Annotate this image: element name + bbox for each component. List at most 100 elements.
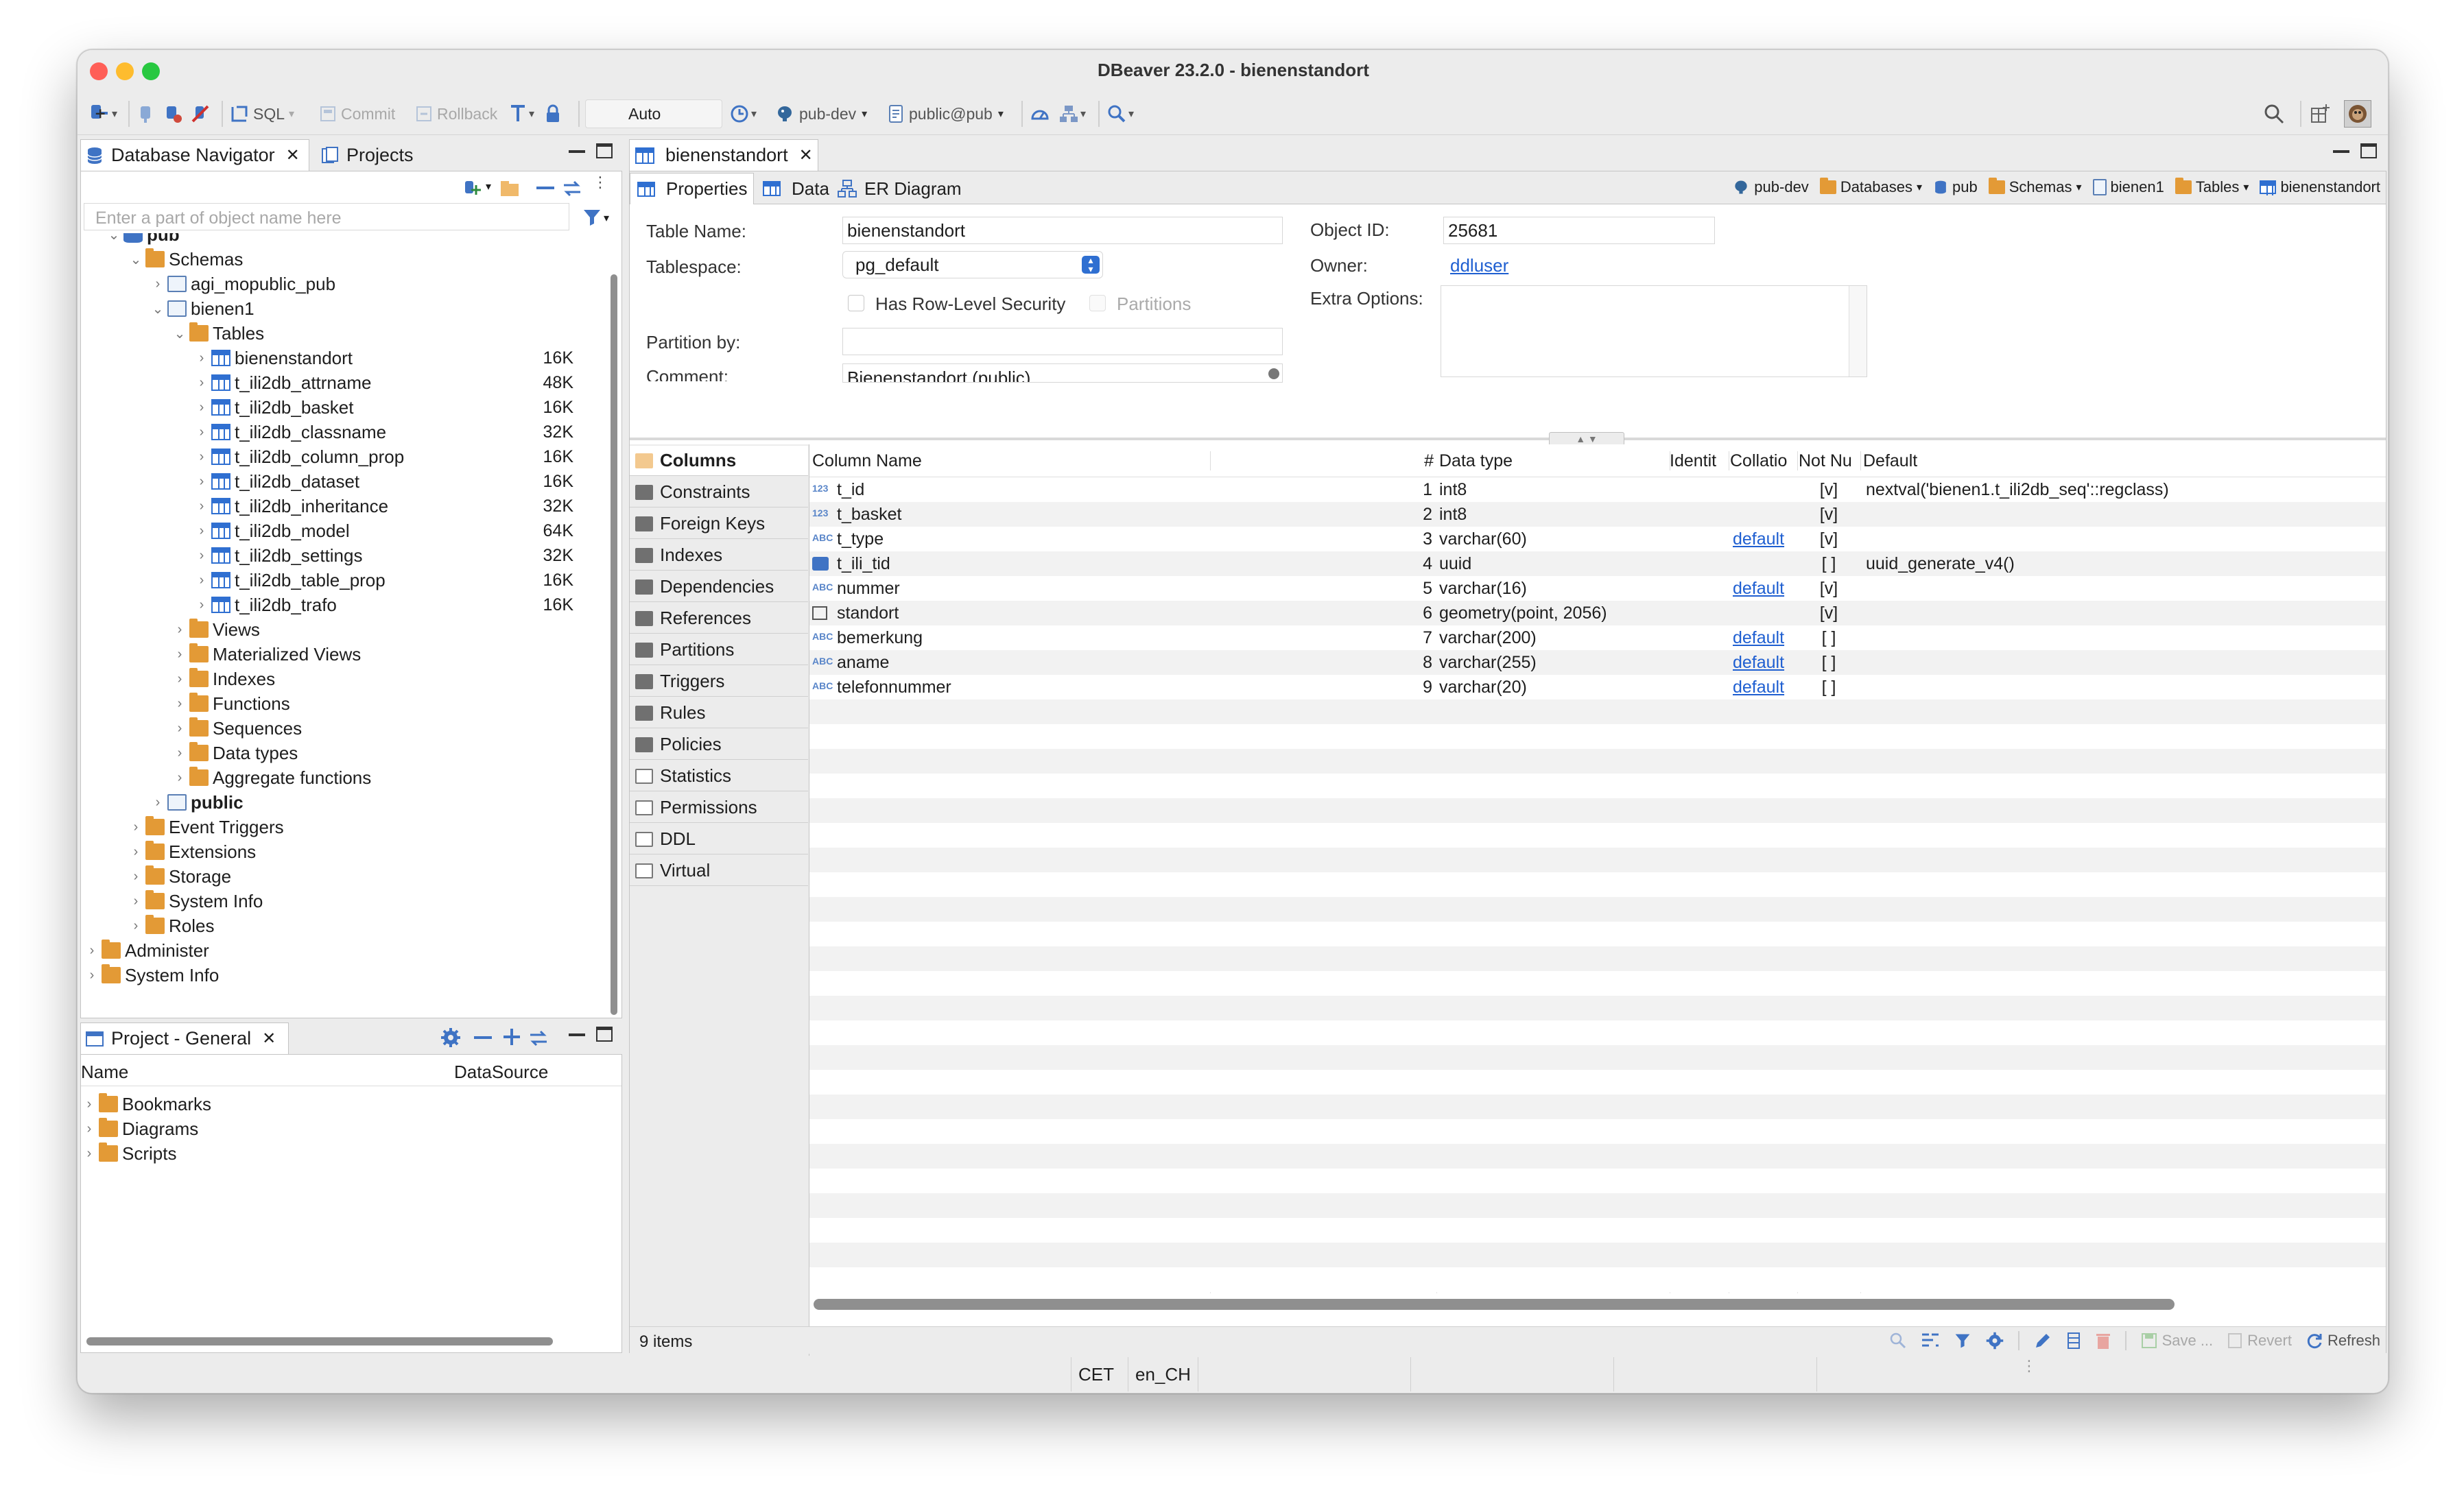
sql-editor-button[interactable]: SQL ▾ (230, 99, 294, 128)
table-row[interactable] (809, 774, 2386, 798)
navigator-filter-input[interactable]: Enter a part of object name here (84, 203, 569, 230)
column-header[interactable]: Collatio (1730, 449, 1796, 473)
perspective-button[interactable] (2310, 99, 2332, 128)
comment-input[interactable]: Bienenstandort (public) (842, 363, 1283, 383)
chevron-right-icon[interactable]: › (171, 621, 188, 638)
tree-item[interactable]: › Event Triggers (81, 815, 602, 839)
subtab-er-diagram[interactable]: ER Diagram (833, 173, 966, 204)
active-connection-selector[interactable]: pub-dev ▾ (774, 99, 867, 128)
tree-item[interactable]: › Materialized Views (81, 642, 602, 667)
column-header[interactable]: Column Name (812, 449, 1203, 473)
table-row[interactable] (809, 1095, 2386, 1119)
tree-item[interactable]: › t_ili2db_inheritance 32K (81, 494, 602, 518)
table-row[interactable] (809, 1169, 2386, 1193)
sidetab-constraints[interactable]: Constraints (630, 477, 808, 507)
gear-icon[interactable] (1985, 1331, 2004, 1350)
table-row[interactable]: standort 6 geometry(point, 2056) [v] (809, 601, 2386, 625)
filter-icon[interactable] (1954, 1332, 1971, 1350)
table-row[interactable]: ABC telefonnummer 9 varchar(20) default [ ] (809, 675, 2386, 699)
chevron-right-icon[interactable]: › (84, 942, 100, 959)
table-row[interactable] (809, 1267, 2386, 1292)
sidetab-policies[interactable]: Policies (630, 730, 808, 760)
maximize-panel-button[interactable] (596, 1027, 613, 1042)
table-row[interactable] (809, 724, 2386, 749)
chevron-right-icon[interactable]: › (193, 547, 210, 564)
table-row[interactable] (809, 848, 2386, 872)
scroll-thumb[interactable] (1268, 368, 1279, 379)
table-row[interactable] (809, 872, 2386, 897)
invalidate-button[interactable] (163, 99, 183, 128)
sidetab-references[interactable]: References (630, 603, 808, 634)
tree-item[interactable]: › System Info (81, 889, 602, 913)
sidetab-foreign-keys[interactable]: Foreign Keys (630, 509, 808, 539)
table-row[interactable]: 123 t_basket 2 int8 [v] (809, 502, 2386, 527)
tree-item[interactable]: › Storage (81, 864, 602, 889)
table-row[interactable] (809, 1119, 2386, 1144)
tree-item[interactable]: › Functions (81, 691, 602, 716)
owner-link[interactable]: ddluser (1450, 255, 1508, 276)
tree-item[interactable]: › t_ili2db_model 64K (81, 518, 602, 543)
tree-item[interactable]: › Sequences (81, 716, 602, 741)
table-row[interactable] (809, 1144, 2386, 1169)
chevron-right-icon[interactable]: › (171, 695, 188, 712)
table-row[interactable] (809, 1020, 2386, 1045)
maximize-editor-button[interactable] (2360, 143, 2377, 158)
breadcrumb-schema[interactable]: bienen1 (2092, 178, 2164, 196)
project-item-bookmarks[interactable]: › Bookmarks (81, 1092, 211, 1116)
table-row[interactable] (809, 1218, 2386, 1243)
chevron-right-icon[interactable]: › (171, 646, 188, 662)
tab-projects[interactable]: Projects (316, 139, 414, 171)
tree-item[interactable]: › System Info (81, 963, 602, 988)
chevron-right-icon[interactable]: › (150, 276, 166, 292)
tree-item[interactable]: › Administer (81, 938, 602, 963)
tree-item[interactable]: › t_ili2db_classname 32K (81, 420, 602, 444)
filter-icon[interactable] (582, 207, 602, 228)
auto-commit-field[interactable]: Auto (585, 99, 722, 128)
tree-item[interactable]: › Roles (81, 913, 602, 938)
breadcrumb-schemas[interactable]: Schemas ▾ (1988, 178, 2082, 196)
transaction-log-button[interactable]: ▾ (729, 99, 757, 128)
chevron-right-icon[interactable]: › (171, 720, 188, 737)
new-connection-button[interactable]: ▾ (87, 99, 117, 128)
refresh-button[interactable]: Refresh (2306, 1332, 2380, 1350)
minimize-panel-button[interactable] (569, 1033, 585, 1036)
table-row[interactable]: ABC bemerkung 7 varchar(200) default [ ] (809, 625, 2386, 650)
sidetab-triggers[interactable]: Triggers (630, 667, 808, 697)
tree-item[interactable]: › t_ili2db_settings 32K (81, 543, 602, 568)
chevron-right-icon[interactable]: › (193, 424, 210, 440)
chevron-right-icon[interactable]: › (193, 374, 210, 391)
table-row[interactable] (809, 922, 2386, 946)
revert-button[interactable]: Revert (2227, 1332, 2292, 1350)
tree-item[interactable]: › t_ili2db_table_prop 16K (81, 568, 602, 593)
disconnect-button[interactable] (190, 99, 211, 128)
chevron-right-icon[interactable]: › (128, 868, 144, 885)
tree-item[interactable]: › Data types (81, 741, 602, 765)
chevron-right-icon[interactable]: › (193, 572, 210, 588)
dashboard-button[interactable] (1030, 99, 1050, 128)
table-row[interactable] (809, 823, 2386, 848)
breadcrumb-tables[interactable]: Tables ▾ (2175, 178, 2249, 196)
table-row[interactable] (809, 749, 2386, 774)
tablespace-select[interactable]: pg_default ▴ ▾ (842, 251, 1103, 278)
minimize-panel-button[interactable] (569, 150, 585, 153)
close-icon[interactable]: ✕ (799, 145, 813, 165)
form-splitter[interactable] (630, 438, 2386, 440)
table-row[interactable] (809, 1243, 2386, 1267)
close-icon[interactable]: ✕ (262, 1029, 276, 1049)
tree-item[interactable]: › t_ili2db_column_prop 16K (81, 444, 602, 469)
chevron-down-icon[interactable]: ⌄ (106, 233, 122, 243)
column-collation-link[interactable]: default (1733, 625, 1794, 650)
table-row[interactable]: 123 t_id 1 int8 [v] nextval('bienen1.t_ili2db… (809, 477, 2386, 502)
project-item-diagrams[interactable]: › Diagrams (81, 1116, 198, 1141)
tree-item[interactable]: › t_ili2db_trafo 16K (81, 593, 602, 617)
tree-item[interactable]: › t_ili2db_dataset 16K (81, 469, 602, 494)
table-row[interactable] (809, 946, 2386, 971)
chevron-right-icon[interactable]: › (81, 1096, 97, 1112)
transaction-mode-button[interactable]: ▾ (508, 99, 534, 128)
user-avatar-button[interactable] (2344, 99, 2371, 128)
sidetab-virtual[interactable]: Virtual (630, 856, 808, 886)
tree-item[interactable]: › Indexes (81, 667, 602, 691)
table-row[interactable] (809, 798, 2386, 823)
chevron-right-icon[interactable]: › (171, 769, 188, 786)
table-row[interactable] (809, 699, 2386, 724)
